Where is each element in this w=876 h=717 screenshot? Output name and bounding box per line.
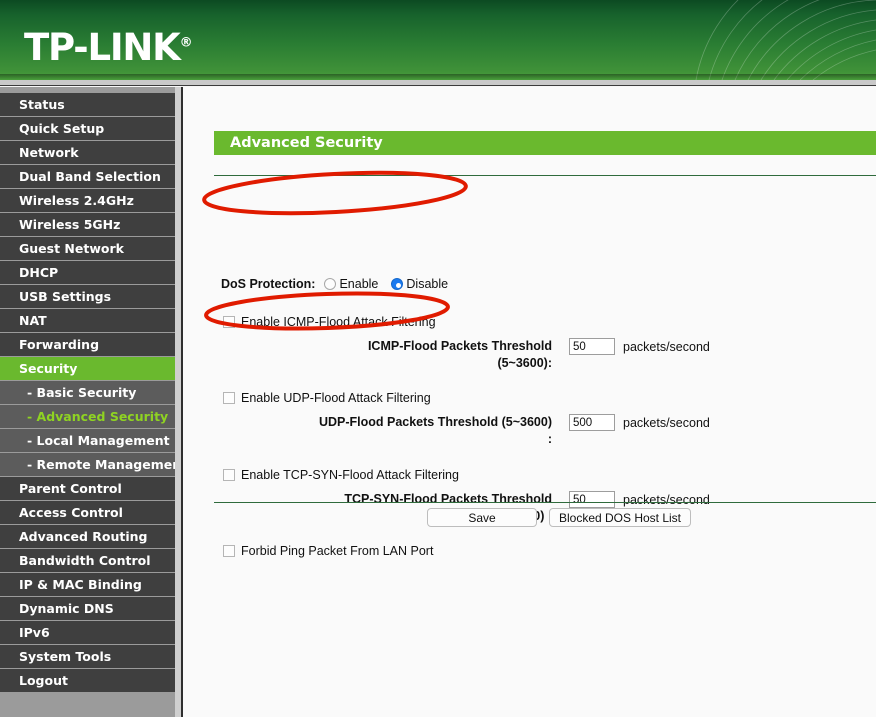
icmp-flood-checkbox[interactable] [223,316,235,328]
registered-mark-icon: ® [179,35,193,51]
sidebar-navigation: Status Quick Setup Network Dual Band Select… [0,87,187,717]
sidebar-item-remote-management[interactable]: - Remote Management [0,453,187,477]
sidebar-item-nat[interactable]: NAT [0,309,175,333]
sidebar-bottom-spacer [0,693,175,717]
sidebar-item-parent-control[interactable]: Parent Control [0,477,175,501]
forbid-ping-checkbox-label[interactable]: Forbid Ping Packet From LAN Port [241,544,433,558]
udp-threshold-unit: packets/second [623,416,710,430]
udp-flood-checkbox-label[interactable]: Enable UDP-Flood Attack Filtering [241,391,431,405]
sidebar-item-dhcp[interactable]: DHCP [0,261,175,285]
sidebar-item-wireless-5ghz[interactable]: Wireless 5GHz [0,213,175,237]
sidebar-item-local-management[interactable]: - Local Management [0,429,175,453]
blocked-dos-host-list-button[interactable]: Blocked DOS Host List [549,508,691,527]
forbid-ping-checkbox[interactable] [223,545,235,557]
tcpsyn-threshold-label-line1: TCP-SYN-Flood Packets Threshold [344,492,552,506]
save-button[interactable]: Save [427,508,537,527]
icmp-flood-checkbox-label[interactable]: Enable ICMP-Flood Attack Filtering [241,315,436,329]
udp-threshold-label-line1: UDP-Flood Packets Threshold (5~3600) [318,415,552,429]
sidebar-item-advanced-routing[interactable]: Advanced Routing [0,525,175,549]
icmp-threshold-unit: packets/second [623,340,710,354]
sidebar-item-access-control[interactable]: Access Control [0,501,175,525]
sidebar-item-bandwidth-control[interactable]: Bandwidth Control [0,549,175,573]
header-decoration-arcs [695,0,876,80]
dos-enable-radio[interactable] [324,278,337,290]
page-title: Advanced Security [214,131,876,155]
dos-protection-label: DoS Protection: [221,277,316,291]
dos-disable-label[interactable]: Disable [406,277,448,291]
router-admin-page: TP-LINK® Status Quick Setup Network Dual Ba… [0,0,876,717]
page-header: TP-LINK® [0,0,876,80]
sidebar-item-system-tools[interactable]: System Tools [0,645,175,669]
sidebar-item-security[interactable]: Security [0,357,175,381]
header-divider-band [0,80,876,86]
section-rule-bottom [214,502,876,503]
udp-threshold-label: UDP-Flood Packets Threshold (5~3600) : [221,414,552,448]
sidebar-item-logout[interactable]: Logout [0,669,175,693]
tcpsyn-flood-checkbox-label[interactable]: Enable TCP-SYN-Flood Attack Filtering [241,468,459,482]
sidebar-item-basic-security[interactable]: - Basic Security [0,381,175,405]
udp-flood-checkbox-row[interactable]: Enable UDP-Flood Attack Filtering [223,391,431,405]
tcpsyn-threshold-row: TCP-SYN-Flood Packets Threshold (5~3600)… [241,491,846,525]
icmp-threshold-label-line2: (5~3600): [497,356,552,370]
sidebar-item-wireless-2-4ghz[interactable]: Wireless 2.4GHz [0,189,175,213]
sidebar-item-quick-setup[interactable]: Quick Setup [0,117,175,141]
udp-threshold-label-line2: : [547,432,552,446]
content-area: Advanced Security DoS Protection: Enable… [183,87,876,717]
udp-flood-checkbox[interactable] [223,392,235,404]
icmp-flood-checkbox-row[interactable]: Enable ICMP-Flood Attack Filtering [223,315,436,329]
udp-threshold-input[interactable] [569,414,615,431]
tcpsyn-flood-checkbox[interactable] [223,469,235,481]
tplink-logo: TP-LINK® [24,26,193,69]
sidebar-item-advanced-security[interactable]: - Advanced Security [0,405,175,429]
tcpsyn-threshold-input[interactable] [569,491,615,508]
sidebar-item-network[interactable]: Network [0,141,175,165]
sidebar-item-dynamic-dns[interactable]: Dynamic DNS [0,597,175,621]
sidebar-item-ipv6[interactable]: IPv6 [0,621,175,645]
sidebar-item-ip-mac-binding[interactable]: IP & MAC Binding [0,573,175,597]
section-rule-top [214,175,876,176]
sidebar-item-status[interactable]: Status [0,93,175,117]
dos-disable-radio[interactable] [391,278,404,290]
sidebar-menu-list: Status Quick Setup Network Dual Band Select… [0,93,187,693]
tcpsyn-flood-checkbox-row[interactable]: Enable TCP-SYN-Flood Attack Filtering [223,468,459,482]
dos-protection-row: DoS Protection: Enable Disable [221,277,461,291]
icmp-threshold-row: ICMP-Flood Packets Threshold (5~3600): p… [271,338,846,372]
sidebar-item-usb-settings[interactable]: USB Settings [0,285,175,309]
icmp-threshold-input[interactable] [569,338,615,355]
sidebar-item-guest-network[interactable]: Guest Network [0,237,175,261]
icmp-threshold-label: ICMP-Flood Packets Threshold (5~3600): [271,338,552,372]
dos-enable-label[interactable]: Enable [339,277,378,291]
sidebar-item-dual-band-selection[interactable]: Dual Band Selection [0,165,175,189]
forbid-ping-checkbox-row[interactable]: Forbid Ping Packet From LAN Port [223,544,433,558]
logo-text: TP-LINK [24,26,181,69]
udp-threshold-row: UDP-Flood Packets Threshold (5~3600) : p… [221,414,846,448]
icmp-threshold-label-line1: ICMP-Flood Packets Threshold [367,339,552,353]
sidebar-item-forwarding[interactable]: Forwarding [0,333,175,357]
